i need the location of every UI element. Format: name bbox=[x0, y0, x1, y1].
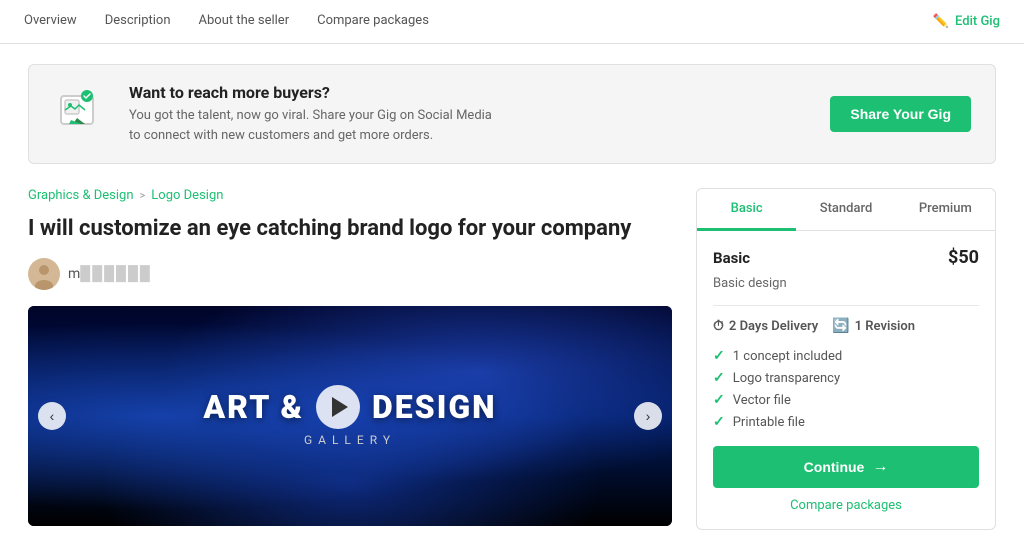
play-button[interactable] bbox=[316, 385, 360, 429]
check-icon: ✓ bbox=[713, 370, 725, 386]
carousel-text-before: ART & bbox=[203, 388, 304, 426]
promo-icon bbox=[53, 86, 109, 142]
promo-text: Want to reach more buyers? You got the t… bbox=[129, 83, 492, 145]
carousel-overlay: ART & DESIGN GALLERY bbox=[28, 306, 672, 526]
left-column: Graphics & Design > Logo Design I will c… bbox=[28, 188, 672, 530]
feature-item: ✓ Logo transparency bbox=[713, 370, 979, 386]
gig-title: I will customize an eye catching brand l… bbox=[28, 215, 672, 244]
seller-info: m██████ bbox=[28, 258, 672, 290]
carousel-next-button[interactable]: › bbox=[634, 402, 662, 430]
package-content: Basic $50 Basic design ⏱ 2 Days Delivery… bbox=[697, 231, 995, 529]
carousel-sub-text: GALLERY bbox=[304, 433, 396, 447]
check-icon: ✓ bbox=[713, 392, 725, 408]
package-features: ✓ 1 concept included ✓ Logo transparency… bbox=[713, 348, 979, 430]
tab-basic[interactable]: Basic bbox=[697, 189, 796, 231]
feature-label: Vector file bbox=[733, 393, 791, 408]
delivery-meta: ⏱ 2 Days Delivery bbox=[713, 318, 818, 334]
package-price: $50 bbox=[948, 247, 979, 268]
revisions-meta: 🔄 1 Revision bbox=[832, 318, 915, 334]
breadcrumb-parent[interactable]: Graphics & Design bbox=[28, 188, 134, 203]
carousel-text-after: DESIGN bbox=[372, 388, 497, 426]
promo-banner: Want to reach more buyers? You got the t… bbox=[28, 64, 996, 164]
edit-gig-label: Edit Gig bbox=[955, 14, 1000, 29]
nav-tab-description[interactable]: Description bbox=[105, 1, 171, 42]
check-icon: ✓ bbox=[713, 348, 725, 364]
promo-left: Want to reach more buyers? You got the t… bbox=[53, 83, 492, 145]
tab-standard[interactable]: Standard bbox=[796, 189, 895, 231]
package-widget: Basic Standard Premium Basic $50 Basic d… bbox=[696, 188, 996, 530]
feature-item: ✓ Vector file bbox=[713, 392, 979, 408]
delivery-label: 2 Days Delivery bbox=[729, 319, 818, 334]
revisions-label: 1 Revision bbox=[855, 319, 915, 334]
breadcrumb: Graphics & Design > Logo Design bbox=[28, 188, 672, 203]
package-tabs: Basic Standard Premium bbox=[697, 189, 995, 231]
continue-button[interactable]: Continue → bbox=[713, 446, 979, 488]
package-meta: ⏱ 2 Days Delivery 🔄 1 Revision bbox=[713, 318, 979, 334]
promo-description: You got the talent, now go viral. Share … bbox=[129, 106, 492, 145]
image-carousel: ART & DESIGN GALLERY ‹ › bbox=[28, 306, 672, 526]
nav-tab-compare-packages[interactable]: Compare packages bbox=[317, 1, 429, 42]
carousel-main-text: ART & DESIGN bbox=[203, 385, 496, 429]
carousel-prev-button[interactable]: ‹ bbox=[38, 402, 66, 430]
package-header: Basic $50 bbox=[713, 247, 979, 268]
breadcrumb-child[interactable]: Logo Design bbox=[151, 188, 223, 203]
main-content: Want to reach more buyers? You got the t… bbox=[12, 44, 1012, 530]
compare-packages-link[interactable]: Compare packages bbox=[713, 498, 979, 513]
promo-title: Want to reach more buyers? bbox=[129, 83, 492, 102]
nav-tabs: Overview Description About the seller Co… bbox=[24, 1, 429, 42]
breadcrumb-separator: > bbox=[140, 189, 146, 202]
check-icon: ✓ bbox=[713, 414, 725, 430]
package-description: Basic design bbox=[713, 276, 979, 291]
clock-icon: ⏱ bbox=[713, 318, 724, 334]
nav-tab-overview[interactable]: Overview bbox=[24, 1, 77, 42]
feature-label: Logo transparency bbox=[733, 371, 840, 386]
seller-name: m██████ bbox=[68, 265, 152, 282]
nav-tab-about-seller[interactable]: About the seller bbox=[199, 1, 290, 42]
arrow-right-icon: → bbox=[872, 458, 888, 476]
refresh-icon: 🔄 bbox=[832, 318, 849, 334]
continue-label: Continue bbox=[804, 459, 865, 475]
right-column: Basic Standard Premium Basic $50 Basic d… bbox=[696, 188, 996, 530]
seller-avatar bbox=[28, 258, 60, 290]
feature-item: ✓ 1 concept included bbox=[713, 348, 979, 364]
tab-premium[interactable]: Premium bbox=[896, 189, 995, 231]
feature-label: Printable file bbox=[733, 415, 805, 430]
package-divider bbox=[713, 305, 979, 306]
play-triangle-icon bbox=[332, 397, 348, 417]
content-area: Graphics & Design > Logo Design I will c… bbox=[28, 188, 996, 530]
package-name: Basic bbox=[713, 249, 750, 267]
feature-label: 1 concept included bbox=[733, 349, 842, 364]
share-gig-button[interactable]: Share Your Gig bbox=[830, 96, 971, 132]
edit-gig-button[interactable]: ✏️ Edit Gig bbox=[933, 14, 1000, 29]
top-navigation: Overview Description About the seller Co… bbox=[0, 0, 1024, 44]
pencil-icon: ✏️ bbox=[933, 14, 949, 29]
feature-item: ✓ Printable file bbox=[713, 414, 979, 430]
